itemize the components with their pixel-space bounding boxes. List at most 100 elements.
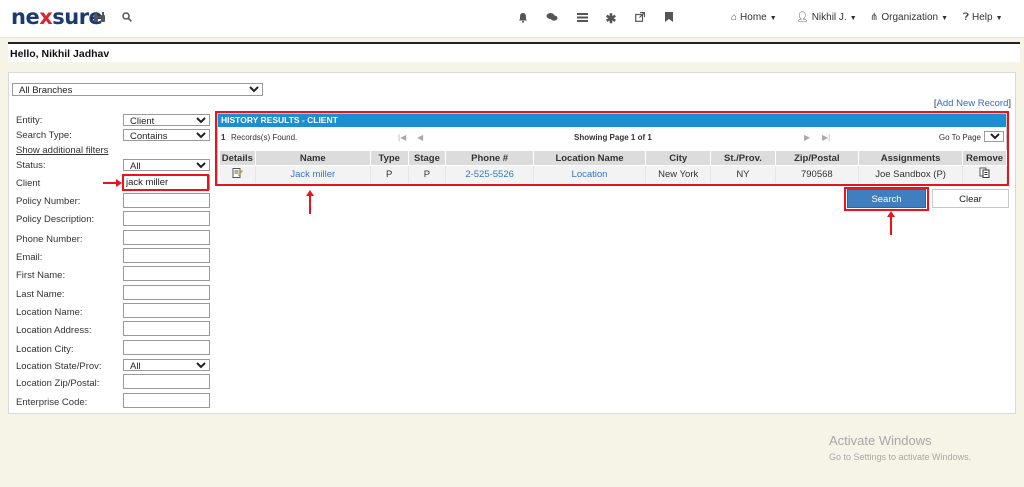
state-cell: NY	[710, 165, 776, 183]
user-icon: 👤︎	[796, 12, 809, 23]
location-state-select[interactable]: All	[123, 359, 210, 371]
col-zip[interactable]: Zip/Postal	[774, 150, 860, 166]
organization-menu[interactable]: ⋔ Organization ▼	[870, 12, 948, 23]
table-header-row: Details Name Type Stage Phone # Location…	[219, 150, 1007, 166]
search-icon[interactable]	[120, 12, 134, 26]
edit-details-icon[interactable]	[232, 168, 243, 181]
col-name[interactable]: Name	[254, 150, 371, 166]
remove-cell	[962, 165, 1007, 183]
top-navbar: nexsure ✱ ⌂ Home ▼ 👤︎ Nikhil J. ▼ ⋔ Organizat…	[0, 0, 1024, 38]
search-button[interactable]: Search	[847, 189, 926, 208]
col-remove[interactable]: Remove	[962, 150, 1007, 166]
email-label: Email:	[16, 252, 43, 263]
showing-page-text: Showing Page 1 of 1	[574, 133, 652, 142]
last-name-label: Last Name:	[16, 289, 65, 300]
enterprise-code-label: Enterprise Code:	[16, 397, 88, 408]
location-name-label: Location Name:	[16, 307, 83, 318]
branch-select[interactable]: All Branches	[12, 83, 263, 96]
status-label: Status:	[16, 160, 46, 171]
col-location-name[interactable]: Location Name	[532, 150, 647, 166]
bookmark-icon[interactable]	[662, 12, 676, 26]
col-details[interactable]: Details	[219, 150, 256, 166]
binoculars-icon[interactable]	[92, 12, 106, 26]
list-icon[interactable]	[575, 12, 589, 26]
user-menu[interactable]: 👤︎ Nikhil J. ▼	[796, 12, 857, 23]
location-city-input[interactable]	[123, 340, 210, 355]
col-stage[interactable]: Stage	[407, 150, 447, 166]
policy-number-input[interactable]	[123, 193, 210, 208]
records-found-text: Records(s) Found.	[231, 133, 298, 142]
results-arrow	[306, 190, 314, 214]
show-additional-filters-link[interactable]: Show additional filters	[16, 145, 108, 156]
location-name-input[interactable]	[123, 303, 210, 318]
location-link[interactable]: Location	[533, 165, 647, 183]
asterisk-icon[interactable]: ✱	[604, 12, 618, 26]
chat-icon[interactable]	[545, 12, 559, 26]
next-page-icon[interactable]: ▶	[804, 133, 810, 142]
entity-label: Entity:	[16, 115, 43, 126]
goto-page-label: Go To Page	[938, 133, 981, 142]
bell-icon[interactable]	[516, 12, 530, 26]
client-label: Client	[16, 178, 41, 189]
policy-number-label: Policy Number:	[16, 196, 81, 207]
location-address-input[interactable]	[123, 321, 210, 336]
prev-page-icon[interactable]: ◀	[417, 133, 423, 142]
results-pager: 1 Records(s) Found. |◀ ◀ Showing Page 1 …	[218, 130, 1006, 144]
col-city[interactable]: City	[645, 150, 712, 166]
remove-icon[interactable]	[979, 167, 990, 181]
first-name-input[interactable]	[123, 266, 210, 281]
location-state-label: Location State/Prov:	[16, 361, 102, 372]
clear-button[interactable]: Clear	[932, 189, 1009, 208]
entity-select[interactable]: Client	[123, 114, 210, 126]
add-new-record-link[interactable]: [Add New Record]	[934, 98, 1011, 109]
content-header	[8, 42, 1020, 62]
client-arrow	[103, 179, 122, 187]
results-table: Details Name Type Stage Phone # Location…	[219, 150, 1007, 183]
phone-number-input[interactable]	[123, 230, 210, 245]
client-input[interactable]	[123, 175, 210, 190]
location-zip-label: Location Zip/Postal:	[16, 378, 100, 389]
enterprise-code-input[interactable]	[123, 393, 210, 408]
details-cell	[219, 165, 256, 183]
stage-cell: P	[408, 165, 447, 183]
type-cell: P	[370, 165, 409, 183]
search-type-select[interactable]: Contains	[123, 129, 210, 141]
location-zip-input[interactable]	[123, 374, 210, 389]
first-name-label: First Name:	[16, 270, 66, 281]
phone-number-label: Phone Number:	[16, 234, 83, 245]
assignments-cell: Joe Sandbox (P)	[858, 165, 964, 183]
results-title: HISTORY RESULTS - CLIENT	[218, 114, 1006, 127]
last-page-icon[interactable]: ▶|	[822, 133, 830, 142]
help-menu[interactable]: ❓︎ Help ▼	[963, 12, 1003, 23]
location-address-label: Location Address:	[16, 325, 92, 336]
email-input[interactable]	[123, 248, 210, 263]
col-phone[interactable]: Phone #	[445, 150, 534, 166]
location-city-label: Location City:	[16, 344, 74, 355]
col-assignments[interactable]: Assignments	[858, 150, 964, 166]
help-icon: ❓︎	[963, 12, 970, 23]
policy-description-input[interactable]	[123, 211, 210, 226]
nexsure-logo[interactable]: nexsure	[11, 5, 103, 32]
first-page-icon[interactable]: |◀	[398, 133, 406, 142]
table-row: Jack miller P P 2-525-5526 Location New …	[219, 165, 1007, 183]
client-name-link[interactable]: Jack miller	[255, 165, 371, 183]
search-arrow	[887, 211, 895, 235]
search-type-label: Search Type:	[16, 130, 72, 141]
home-icon: ⌂	[731, 12, 738, 23]
home-menu[interactable]: ⌂ Home ▼	[731, 12, 777, 23]
history-results-panel: HISTORY RESULTS - CLIENT 1 Records(s) Fo…	[217, 113, 1007, 185]
policy-description-label: Policy Description:	[16, 214, 95, 225]
greeting-text: Hello, Nikhil Jadhav	[10, 48, 110, 60]
col-state[interactable]: St./Prov.	[710, 150, 776, 166]
city-cell: New York	[645, 165, 712, 183]
col-type[interactable]: Type	[369, 150, 409, 166]
goto-page-select[interactable]: 1	[984, 131, 1004, 142]
external-link-icon[interactable]	[633, 11, 647, 26]
activate-windows-watermark: Activate Windows Go to Settings to activ…	[829, 433, 972, 462]
zip-cell: 790568	[775, 165, 860, 183]
org-icon: ⋔	[870, 12, 879, 23]
phone-link[interactable]: 2-525-5526	[445, 165, 534, 183]
records-count: 1	[221, 133, 226, 142]
last-name-input[interactable]	[123, 285, 210, 300]
status-select[interactable]: All	[123, 159, 210, 171]
